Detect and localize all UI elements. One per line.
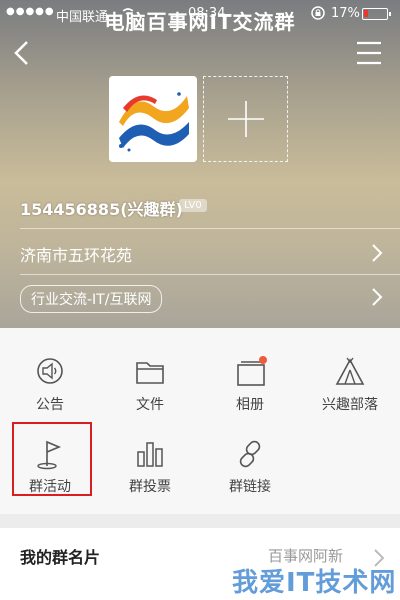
feature-label: 文件 [136, 397, 164, 413]
feature-label: 兴趣部落 [322, 397, 378, 413]
level-badge: LV0 [179, 199, 207, 212]
plus-icon [228, 101, 264, 137]
feature-label: 公告 [36, 397, 64, 413]
feature-grid: 公告 文件 相册 兴趣部落 群活动 群投票 群链接 [0, 328, 400, 514]
feature-files[interactable]: 文件 [100, 338, 200, 418]
my-group-card-title: 我的群名片 [20, 548, 101, 567]
menu-button[interactable] [354, 38, 384, 68]
feature-group-link[interactable]: 群链接 [200, 420, 300, 500]
highlight-box [12, 422, 92, 496]
group-header-background [0, 0, 400, 328]
group-address[interactable]: 济南市五环花苑 [20, 242, 132, 266]
divider [20, 228, 400, 229]
feature-album[interactable]: 相册 [200, 338, 300, 418]
feature-label: 相册 [236, 397, 264, 413]
back-button[interactable] [8, 38, 38, 68]
group-id: 154456885(兴趣群) [20, 200, 183, 219]
page-title: 电脑百事网IT交流群 [104, 10, 296, 34]
announcement-icon [37, 358, 63, 384]
feature-label: 群链接 [229, 479, 271, 495]
feature-interest-tribe[interactable]: 兴趣部落 [300, 338, 400, 418]
feature-group-vote[interactable]: 群投票 [100, 420, 200, 500]
tent-icon [335, 357, 365, 385]
menu-icon [357, 41, 381, 65]
add-photo-button[interactable] [203, 76, 288, 162]
chevron-right-icon [372, 244, 383, 262]
feature-announcement[interactable]: 公告 [0, 338, 100, 418]
chevron-left-icon [14, 41, 28, 65]
section-divider [0, 514, 400, 528]
watermark-text: 我爱IT技术网 [232, 568, 397, 598]
link-icon [239, 440, 261, 468]
folder-icon [136, 362, 164, 384]
divider [20, 274, 400, 275]
album-icon [237, 356, 267, 386]
feature-label: 群投票 [129, 479, 171, 495]
bar-chart-icon [137, 442, 163, 467]
group-category-tag[interactable]: 行业交流-IT/互联网 [20, 285, 163, 313]
chevron-right-icon [372, 288, 383, 306]
group-avatar[interactable] [109, 76, 197, 162]
